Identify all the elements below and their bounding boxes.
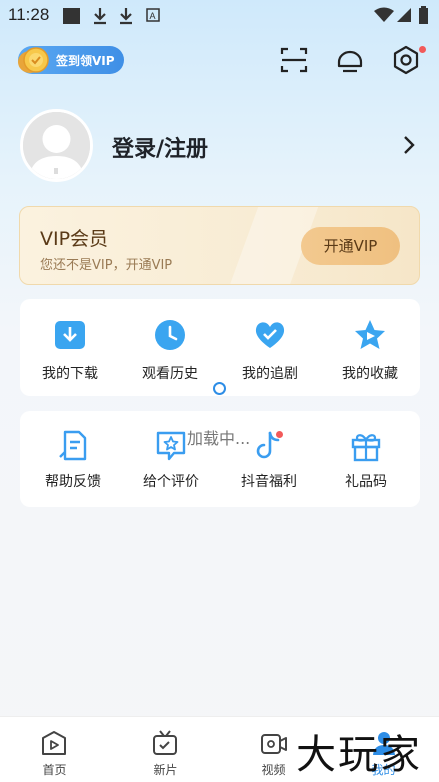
grid-item-downloads[interactable]: 我的下载 <box>20 299 120 396</box>
grid-label-following: 我的追剧 <box>242 366 298 382</box>
vip-card-title: VIP会员 <box>40 228 109 250</box>
settings-icon[interactable] <box>391 45 421 75</box>
settings-badge-dot <box>419 46 426 53</box>
feedback-icon <box>59 430 87 461</box>
grid-label-history: 观看历史 <box>142 366 198 382</box>
chevron-right-icon[interactable] <box>398 134 420 156</box>
scan-icon[interactable] <box>279 45 309 75</box>
sign-in-vip-button[interactable]: 签到领VIP <box>18 46 124 74</box>
grid-label-favorites: 我的收藏 <box>342 366 398 382</box>
signal-icon <box>397 8 411 22</box>
grid-item-feedback[interactable]: 帮助反馈 <box>23 411 123 507</box>
history-clock-icon <box>155 320 185 350</box>
login-register-link[interactable]: 登录/注册 <box>112 131 208 163</box>
grid-label-gift-code: 礼品码 <box>345 474 387 490</box>
grid-label-rating: 给个评价 <box>143 474 199 490</box>
notification-square-icon <box>63 8 80 24</box>
download-icon <box>55 321 85 349</box>
nav-label-new-films: 新片 <box>153 763 178 777</box>
vip-card-subtitle: 您还不是VIP，开通VIP <box>40 258 173 273</box>
loading-spinner <box>213 382 226 395</box>
nav-tab-new-films[interactable]: 新片 <box>109 717 218 782</box>
svg-text:A: A <box>150 11 156 21</box>
vip-member-card[interactable]: VIP会员 您还不是VIP，开通VIP 开通VIP <box>19 206 420 285</box>
grid-item-history[interactable]: 观看历史 <box>120 299 220 396</box>
default-avatar-icon <box>23 112 90 179</box>
grid-item-following[interactable]: 我的追剧 <box>220 299 320 396</box>
download-status-icon <box>94 8 106 25</box>
avatar[interactable] <box>20 109 93 182</box>
status-bar: 11:28 A <box>0 0 439 30</box>
nav-label-home: 首页 <box>42 763 67 777</box>
grid-label-downloads: 我的下载 <box>42 366 98 382</box>
wifi-icon <box>374 7 394 22</box>
open-vip-button[interactable]: 开通VIP <box>301 227 400 265</box>
new-film-icon <box>153 730 177 755</box>
watermark: 大玩家 <box>296 732 422 778</box>
loading-text: 加载中... <box>187 429 251 448</box>
grid-label-feedback: 帮助反馈 <box>45 474 101 490</box>
star-icon <box>355 320 385 349</box>
nav-tab-home[interactable]: 首页 <box>0 717 109 782</box>
sign-in-vip-label: 签到领VIP <box>56 54 115 68</box>
grid-label-tiktok: 抖音福利 <box>241 474 297 490</box>
gift-icon <box>351 434 381 462</box>
message-icon[interactable] <box>335 45 365 75</box>
tiktok-badge-dot <box>276 431 283 438</box>
coin-icon <box>18 47 49 73</box>
home-play-icon <box>42 731 66 755</box>
rating-icon <box>156 431 186 461</box>
grid-item-favorites[interactable]: 我的收藏 <box>320 299 420 396</box>
battery-icon <box>419 6 428 24</box>
heart-icon <box>255 322 285 348</box>
status-time: 11:28 <box>8 5 50 24</box>
grid-item-gift-code[interactable]: 礼品码 <box>316 411 416 507</box>
video-camera-icon <box>261 734 287 754</box>
download-status-icon-2 <box>120 8 132 25</box>
a-status-icon: A <box>146 8 160 22</box>
